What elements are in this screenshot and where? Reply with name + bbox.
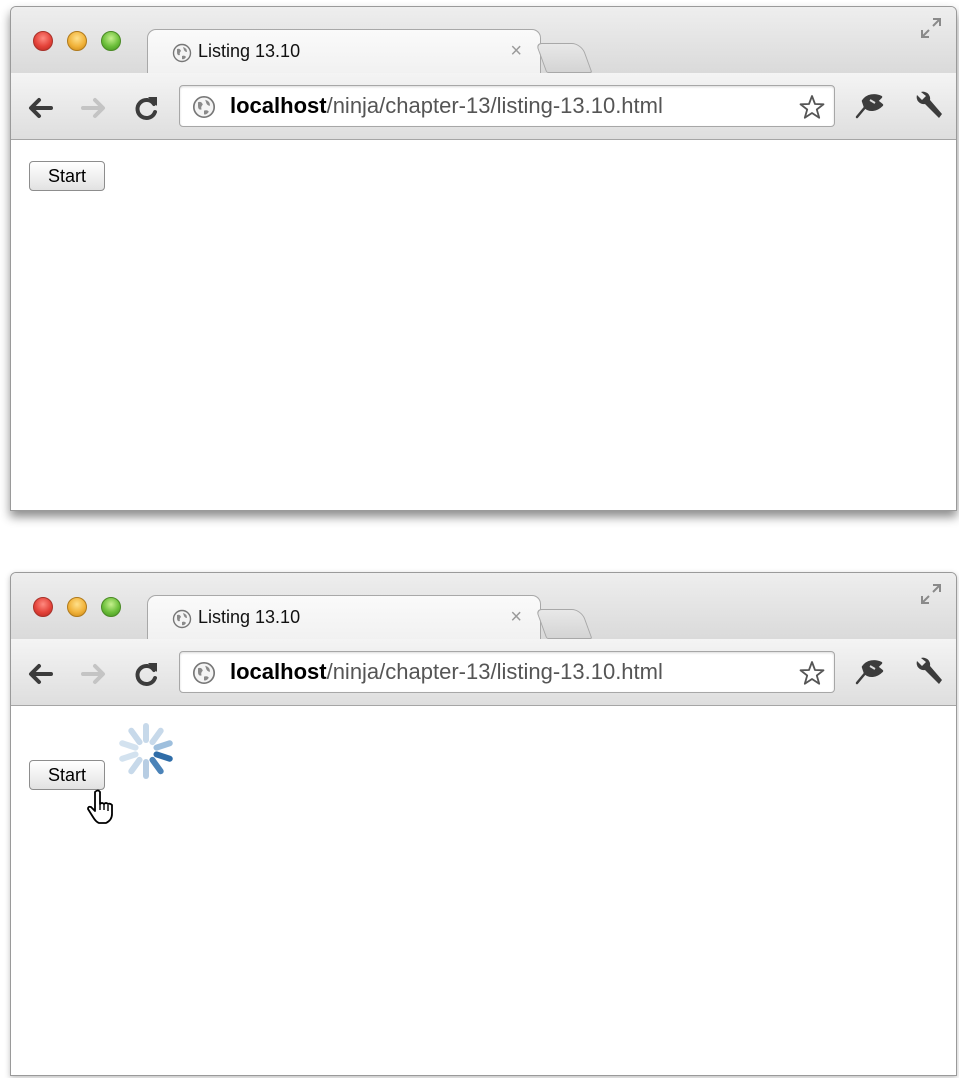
globe-icon [172,43,192,63]
start-button[interactable]: Start [29,760,105,790]
close-tab-icon[interactable]: × [510,605,522,629]
fullscreen-icon[interactable] [918,15,944,41]
url-path: /ninja/chapter-13/listing-13.10.html [326,659,663,684]
minimize-window-button[interactable] [67,597,87,617]
url-text: localhost/ninja/chapter-13/listing-13.10… [230,93,663,119]
page-content: Start [11,140,956,510]
url-host: localhost [230,659,327,684]
address-bar[interactable]: localhost/ninja/chapter-13/listing-13.10… [179,85,835,127]
toolbar: localhost/ninja/chapter-13/listing-13.10… [11,73,956,140]
title-bar: Listing 13.10 × [11,7,956,74]
globe-icon [192,661,216,685]
toolbar: localhost/ninja/chapter-13/listing-13.10… [11,639,956,706]
star-icon[interactable] [798,659,826,687]
close-tab-icon[interactable]: × [510,39,522,63]
new-tab-button[interactable] [535,609,593,639]
close-window-button[interactable] [33,597,53,617]
wrench-icon[interactable] [909,657,943,689]
globe-icon [192,95,216,119]
reload-icon[interactable] [131,659,161,689]
loading-spinner-icon [119,723,173,779]
reload-icon[interactable] [131,93,161,123]
fullscreen-icon[interactable] [918,581,944,607]
title-bar: Listing 13.10 × [11,573,956,640]
extension-icon[interactable] [853,91,887,121]
maximize-window-button[interactable] [101,597,121,617]
forward-arrow-icon[interactable] [79,93,109,123]
start-button[interactable]: Start [29,161,105,191]
url-text: localhost/ninja/chapter-13/listing-13.10… [230,659,663,685]
address-bar[interactable]: localhost/ninja/chapter-13/listing-13.10… [179,651,835,693]
browser-window-before: Listing 13.10 × localhost/ninja/chapter-… [10,6,957,511]
maximize-window-button[interactable] [101,31,121,51]
forward-arrow-icon[interactable] [79,659,109,689]
minimize-window-button[interactable] [67,31,87,51]
page-content: Start [11,706,956,1075]
back-arrow-icon[interactable] [25,93,55,123]
close-window-button[interactable] [33,31,53,51]
url-host: localhost [230,93,327,118]
star-icon[interactable] [798,93,826,121]
tab-listing[interactable]: Listing 13.10 × [147,29,541,74]
url-path: /ninja/chapter-13/listing-13.10.html [326,93,663,118]
wrench-icon[interactable] [909,91,943,123]
tab-title: Listing 13.10 [198,41,301,61]
tab-title: Listing 13.10 [198,607,301,627]
extension-icon[interactable] [853,657,887,687]
tab-listing[interactable]: Listing 13.10 × [147,595,541,640]
browser-window-after: Listing 13.10 × localhost/ninja/chapter-… [10,572,957,1076]
back-arrow-icon[interactable] [25,659,55,689]
globe-icon [172,609,192,629]
hand-cursor-icon [87,789,113,824]
new-tab-button[interactable] [535,43,593,73]
